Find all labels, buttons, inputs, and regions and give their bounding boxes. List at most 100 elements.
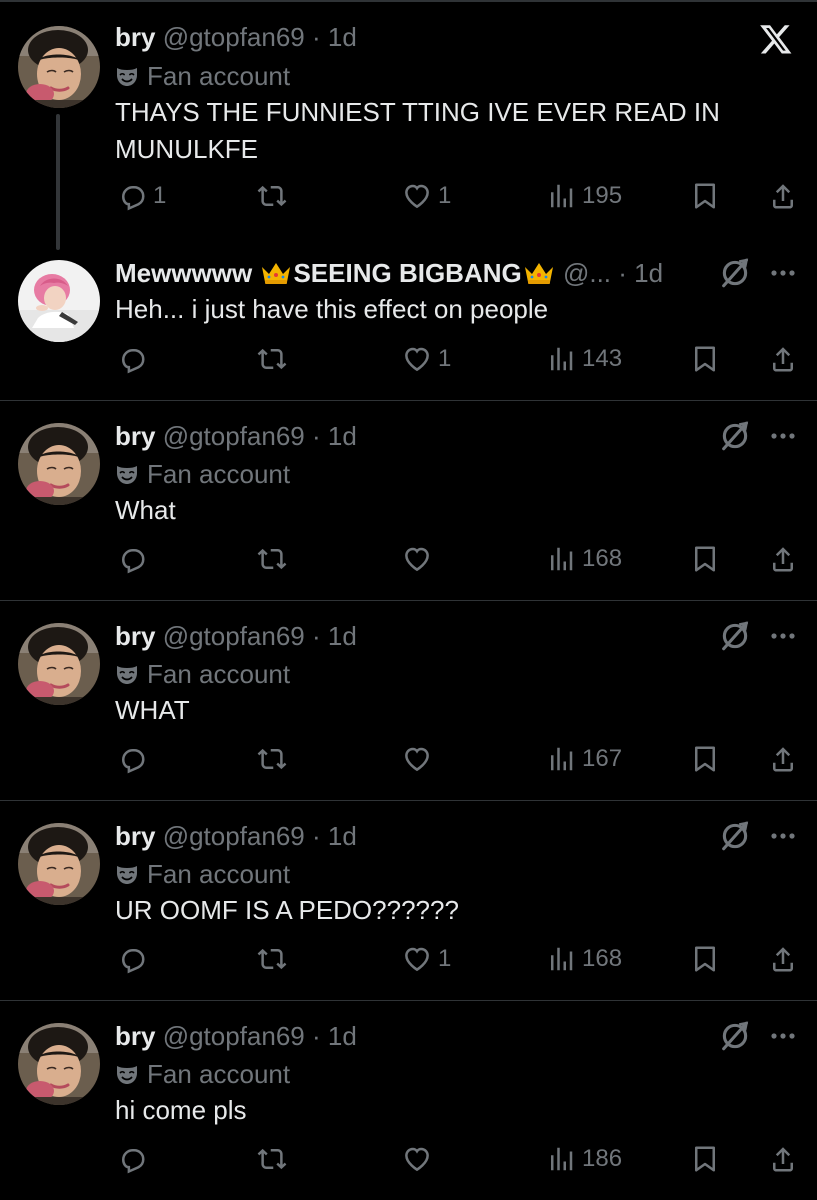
more-options-icon[interactable] <box>766 419 800 453</box>
avatar[interactable] <box>18 623 100 705</box>
views-button[interactable]: 167 <box>546 739 622 779</box>
avatar-image <box>18 423 100 505</box>
more-options-icon[interactable] <box>766 819 800 853</box>
display-name[interactable]: bry <box>115 421 155 451</box>
views-icon <box>546 744 576 774</box>
reply-button[interactable] <box>117 339 153 379</box>
views-button[interactable]: 168 <box>546 939 622 979</box>
tweet-1[interactable]: bry @gtopfan69 · 1d Fan account THAYS TH… <box>0 0 817 250</box>
like-button[interactable] <box>402 739 438 779</box>
bookmark-button[interactable] <box>690 539 720 579</box>
views-button[interactable]: 186 <box>546 1139 622 1179</box>
timestamp[interactable]: 1d <box>328 421 357 451</box>
reply-icon <box>117 944 147 974</box>
mute-icon[interactable] <box>718 619 752 653</box>
share-button[interactable] <box>768 939 798 979</box>
timestamp[interactable]: 1d <box>328 22 357 52</box>
reply-button[interactable] <box>117 739 153 779</box>
views-button[interactable]: 168 <box>546 539 622 579</box>
label-text: Fan account <box>147 61 291 91</box>
reply-icon <box>117 544 147 574</box>
retweet-button[interactable] <box>257 1139 287 1179</box>
avatar-image <box>18 260 100 342</box>
share-button[interactable] <box>768 339 798 379</box>
tweet-5[interactable]: bry @gtopfan69 · 1d Fan account UR OOMF … <box>0 801 817 1001</box>
mute-icon[interactable] <box>718 819 752 853</box>
timestamp[interactable]: 1d <box>328 821 357 851</box>
views-button[interactable]: 143 <box>546 339 622 379</box>
like-button[interactable]: 1 <box>402 176 451 216</box>
display-name-part2[interactable]: SEEING BIGBANG <box>293 258 521 288</box>
display-name-part1[interactable]: Mewwwww <box>115 258 259 288</box>
mute-icon[interactable] <box>718 256 752 290</box>
bookmark-button[interactable] <box>690 939 720 979</box>
display-name[interactable]: bry <box>115 821 155 851</box>
bookmark-button[interactable] <box>690 739 720 779</box>
separator: · <box>304 821 328 851</box>
bookmark-button[interactable] <box>690 176 720 216</box>
share-icon <box>768 344 798 374</box>
separator: · <box>304 22 328 52</box>
x-logo-icon[interactable] <box>759 22 793 56</box>
share-button[interactable] <box>768 176 798 216</box>
timestamp[interactable]: 1d <box>634 258 663 288</box>
timestamp[interactable]: 1d <box>328 1021 357 1051</box>
avatar[interactable] <box>18 260 100 342</box>
handle[interactable]: @gtopfan69 <box>163 621 305 651</box>
like-button[interactable] <box>402 539 438 579</box>
views-icon <box>546 344 576 374</box>
retweet-button[interactable] <box>257 539 287 579</box>
like-button[interactable]: 1 <box>402 939 451 979</box>
like-button[interactable] <box>402 1139 438 1179</box>
display-name[interactable]: bry <box>115 22 155 52</box>
more-options-icon[interactable] <box>766 1019 800 1053</box>
share-button[interactable] <box>768 539 798 579</box>
avatar[interactable] <box>18 823 100 905</box>
timestamp[interactable]: 1d <box>328 621 357 651</box>
more-options-icon[interactable] <box>766 256 800 290</box>
retweet-button[interactable] <box>257 176 287 216</box>
reply-button[interactable] <box>117 1139 153 1179</box>
mask-icon <box>115 65 139 89</box>
tweet-3[interactable]: bry @gtopfan69 · 1d Fan account What 168 <box>0 401 817 601</box>
retweet-icon <box>257 181 287 211</box>
retweet-icon <box>257 344 287 374</box>
avatar[interactable] <box>18 423 100 505</box>
handle[interactable]: @gtopfan69 <box>163 22 305 52</box>
share-button[interactable] <box>768 1139 798 1179</box>
retweet-button[interactable] <box>257 339 287 379</box>
tweet-2[interactable]: Mewwwww SEEING BIGBANG @... · 1d Heh... … <box>0 238 817 401</box>
views-button[interactable]: 195 <box>546 176 622 216</box>
tweet-text: UR OOMF IS A PEDO?????? <box>115 895 459 925</box>
bookmark-button[interactable] <box>690 339 720 379</box>
tweet-actions: 1 143 <box>0 339 817 379</box>
share-button[interactable] <box>768 739 798 779</box>
mute-icon[interactable] <box>718 1019 752 1053</box>
reply-button[interactable]: 1 <box>117 176 166 216</box>
mute-icon[interactable] <box>718 419 752 453</box>
retweet-button[interactable] <box>257 739 287 779</box>
reply-button[interactable] <box>117 539 153 579</box>
avatar-image <box>18 623 100 705</box>
tweet-actions: 186 <box>0 1139 817 1179</box>
display-name[interactable]: bry <box>115 621 155 651</box>
view-count: 167 <box>582 745 623 772</box>
handle[interactable]: @... <box>563 258 611 288</box>
retweet-icon <box>257 744 287 774</box>
reply-button[interactable] <box>117 939 153 979</box>
avatar[interactable] <box>18 1023 100 1105</box>
handle[interactable]: @gtopfan69 <box>163 821 305 851</box>
like-button[interactable]: 1 <box>402 339 451 379</box>
handle[interactable]: @gtopfan69 <box>163 421 305 451</box>
tweet-header: bry @gtopfan69 · 1d <box>115 821 357 852</box>
avatar[interactable] <box>18 26 100 108</box>
tweet-actions: 1 168 <box>0 939 817 979</box>
views-icon <box>546 544 576 574</box>
more-options-icon[interactable] <box>766 619 800 653</box>
bookmark-button[interactable] <box>690 1139 720 1179</box>
tweet-6[interactable]: bry @gtopfan69 · 1d Fan account hi come … <box>0 1001 817 1200</box>
handle[interactable]: @gtopfan69 <box>163 1021 305 1051</box>
display-name[interactable]: bry <box>115 1021 155 1051</box>
retweet-button[interactable] <box>257 939 287 979</box>
tweet-4[interactable]: bry @gtopfan69 · 1d Fan account WHAT 167 <box>0 601 817 801</box>
